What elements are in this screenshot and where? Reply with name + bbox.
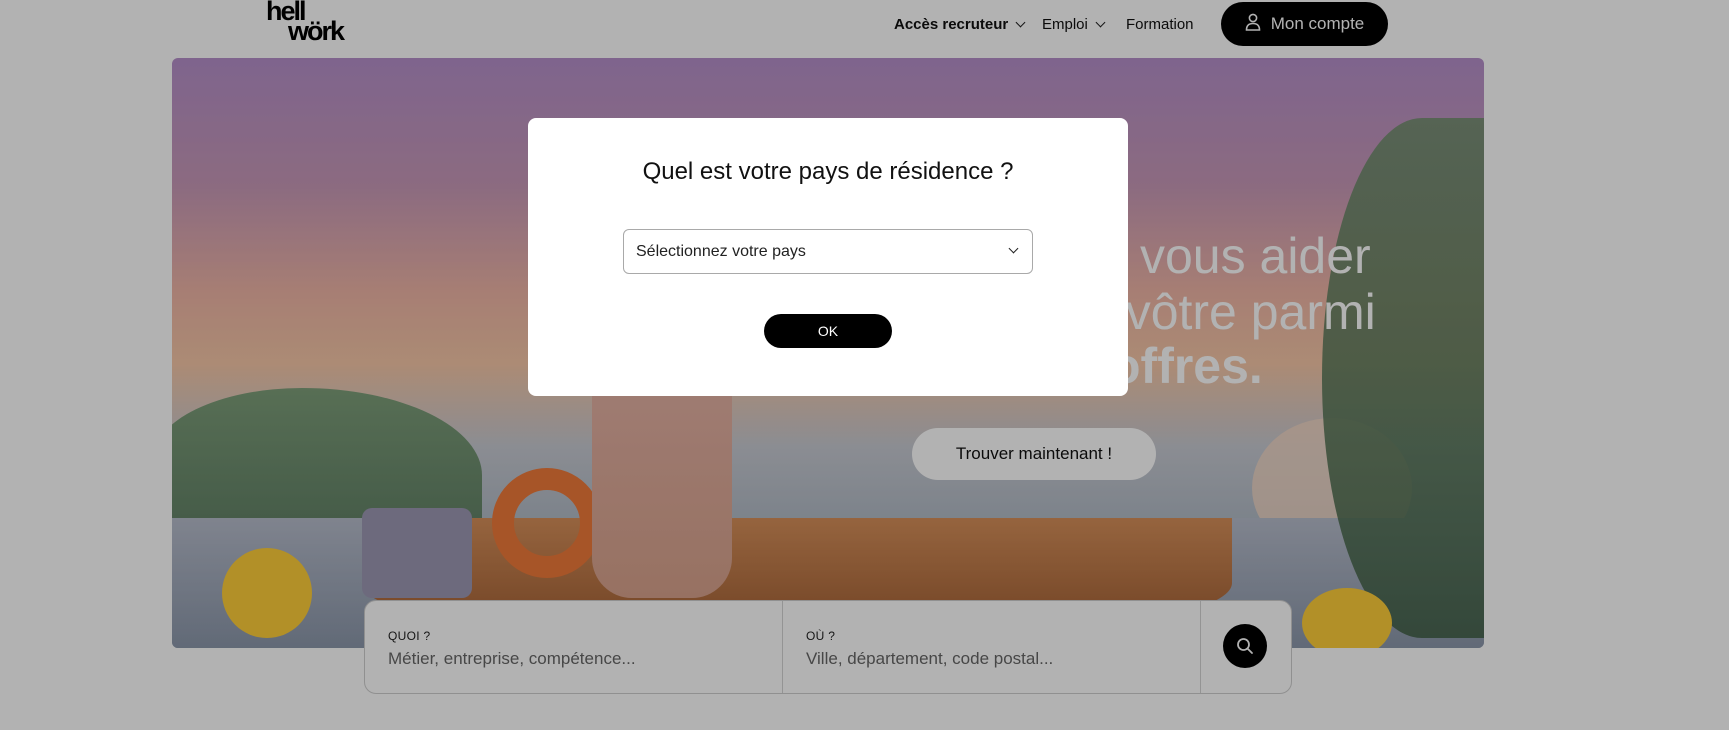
ok-button[interactable]: OK (764, 314, 892, 348)
page: hell wörk Accès recruteur Emploi Formati… (0, 0, 1729, 730)
country-modal: Quel est votre pays de résidence ? Sélec… (528, 118, 1128, 396)
country-select[interactable]: Sélectionnez votre pays (623, 229, 1033, 274)
country-select-value: Sélectionnez votre pays (636, 242, 806, 260)
chevron-down-icon (1008, 243, 1019, 254)
modal-title: Quel est votre pays de résidence ? (642, 158, 1014, 185)
